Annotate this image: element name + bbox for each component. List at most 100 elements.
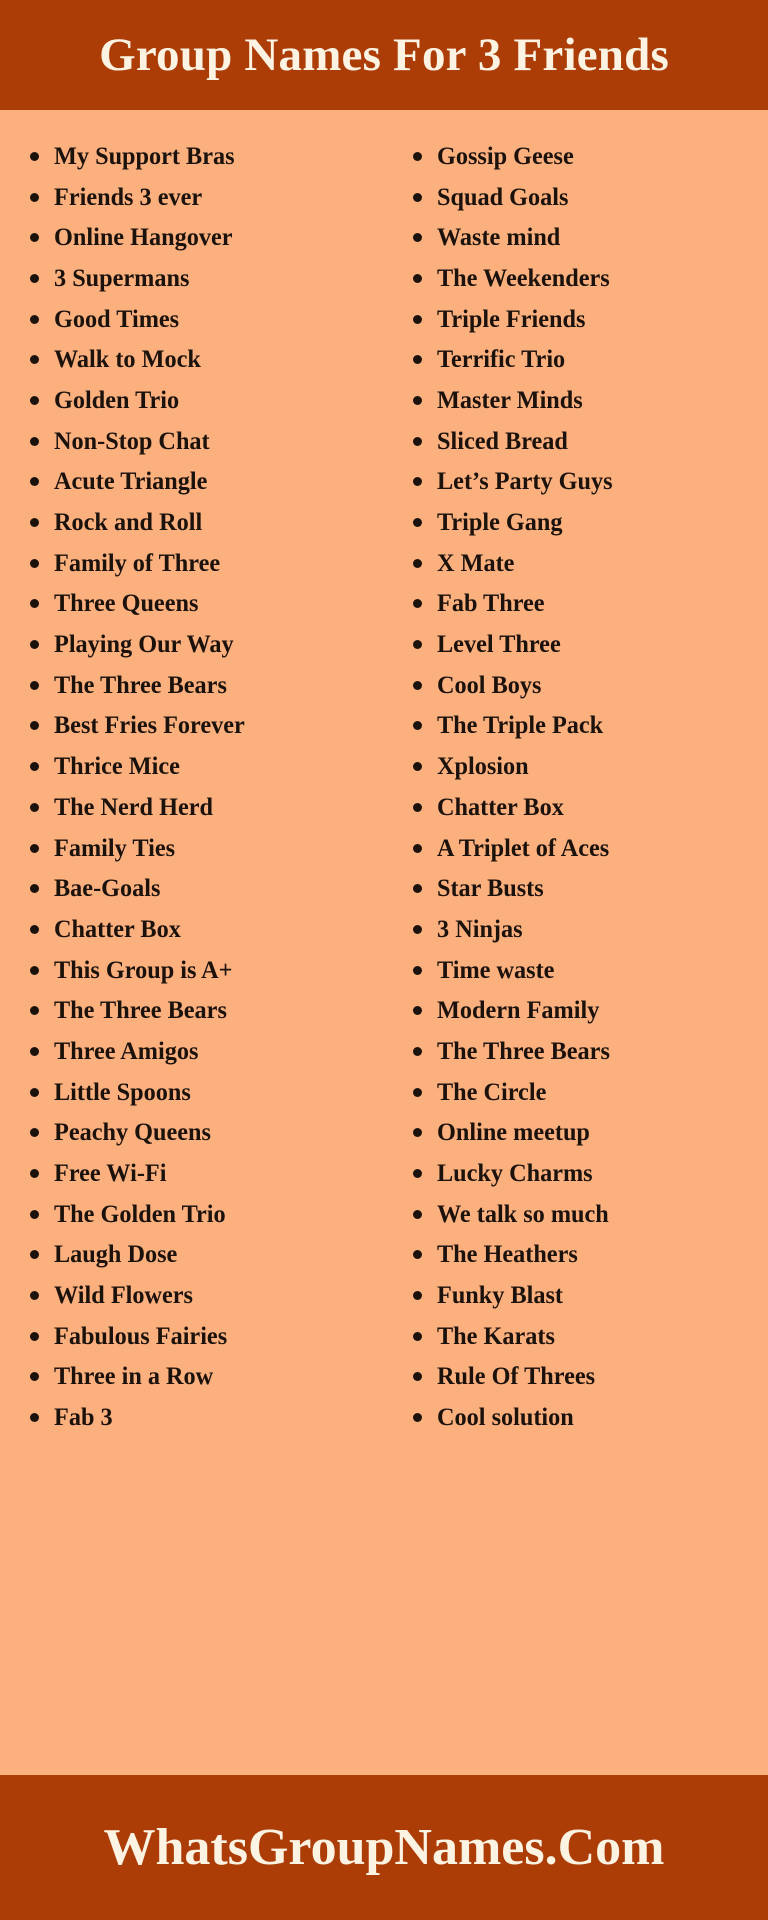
group-name-label: 3 Ninjas [437,915,523,943]
list-item: The Three Bears [30,990,384,1031]
bullet-icon [30,436,39,446]
group-name-label: Rule Of Threes [437,1363,596,1391]
list-item: X Mate [413,543,768,584]
list-item: Best Fries Forever [30,706,384,747]
group-name-label: Time waste [437,956,555,984]
list-item: Master Minds [413,380,768,421]
group-name-label: Fab 3 [54,1404,113,1432]
site-name: WhatsGroupNames.Com [103,1818,665,1876]
bullet-icon [30,1291,39,1301]
left-name-list: My Support Bras Friends 3 ever Online Hang… [30,136,384,1438]
group-name-label: Gossip Geese [437,142,574,170]
bullet-icon [413,762,422,772]
bullet-icon [30,802,39,812]
list-item: The Karats [413,1316,768,1357]
list-item: Let’s Party Guys [413,462,768,503]
list-item: Good Times [30,299,384,340]
bullet-icon [30,599,39,609]
bullet-icon [413,680,422,690]
list-item: Rock and Roll [30,502,384,543]
list-item: Family Ties [30,828,384,869]
list-item: Thrice Mice [30,746,384,787]
list-item: Laugh Dose [30,1235,384,1276]
list-item: Three Amigos [30,1031,384,1072]
infographic-poster: Group Names For 3 Friends My Support Bra… [0,0,768,1920]
list-item: Little Spoons [30,1072,384,1113]
list-item: Chatter Box [413,787,768,828]
bullet-icon [30,680,39,690]
bullet-icon [413,1087,422,1097]
header-banner: Group Names For 3 Friends [0,0,768,110]
footer-banner: WhatsGroupNames.Com [0,1775,768,1920]
group-name-label: The Three Bears [54,997,227,1025]
bullet-icon [30,924,39,934]
bullet-icon [30,884,39,894]
group-name-label: The Golden Trio [54,1200,226,1228]
list-item: Gossip Geese [413,136,768,177]
group-name-label: This Group is A+ [54,956,233,984]
group-name-label: Squad Goals [437,183,569,211]
list-item: Fabulous Fairies [30,1316,384,1357]
list-item: Funky Blast [413,1275,768,1316]
bullet-icon [413,924,422,934]
group-name-label: Three Amigos [54,1037,199,1065]
list-item: The Weekenders [413,258,768,299]
bullet-icon [30,1006,39,1016]
bullet-icon [413,518,422,528]
list-item: Fab Three [413,584,768,625]
list-item: Xplosion [413,746,768,787]
group-name-label: The Three Bears [437,1037,610,1065]
group-name-label: Non-Stop Chat [54,427,210,455]
bullet-icon [30,640,39,650]
group-name-label: Bae-Goals [54,875,161,903]
group-name-label: Walk to Mock [54,346,201,374]
bullet-icon [413,1169,422,1179]
group-name-label: The Triple Pack [437,712,604,740]
bullet-icon [30,314,39,324]
group-name-label: The Three Bears [54,671,227,699]
group-name-label: We talk so much [437,1200,609,1228]
list-item: The Circle [413,1072,768,1113]
group-name-label: Three in a Row [54,1363,214,1391]
list-item: Cool solution [413,1397,768,1438]
bullet-icon [30,233,39,243]
list-item: Playing Our Way [30,624,384,665]
group-name-label: My Support Bras [54,142,235,170]
bullet-icon [30,1046,39,1056]
group-name-label: Rock and Roll [54,509,203,537]
bullet-icon [413,558,422,568]
group-name-label: Modern Family [437,997,600,1025]
bullet-icon [413,355,422,365]
group-name-label: Xplosion [437,753,529,781]
bullet-icon [30,965,39,975]
group-name-label: Fabulous Fairies [54,1322,228,1350]
left-column: My Support Bras Friends 3 ever Online Hang… [0,136,384,1775]
bullet-icon [413,192,422,202]
group-name-label: Let’s Party Guys [437,468,613,496]
bullet-icon [413,1372,422,1382]
list-item: The Three Bears [30,665,384,706]
bullet-icon [30,1331,39,1341]
list-item: Three Queens [30,584,384,625]
list-item: Squad Goals [413,177,768,218]
list-item: Golden Trio [30,380,384,421]
bullet-icon [30,192,39,202]
list-item: This Group is A+ [30,950,384,991]
list-item: Non-Stop Chat [30,421,384,462]
name-lists-container: My Support Bras Friends 3 ever Online Hang… [0,110,768,1775]
bullet-icon [30,721,39,731]
list-item: The Heathers [413,1235,768,1276]
bullet-icon [30,1209,39,1219]
bullet-icon [413,843,422,853]
bullet-icon [413,721,422,731]
group-name-label: Peachy Queens [54,1119,211,1147]
bullet-icon [30,355,39,365]
group-name-label: Best Fries Forever [54,712,245,740]
group-name-label: Chatter Box [54,915,181,943]
list-item: The Three Bears [413,1031,768,1072]
list-item: Time waste [413,950,768,991]
bullet-icon [30,477,39,487]
group-name-label: Master Minds [437,386,583,414]
group-name-label: X Mate [437,549,515,577]
list-item: Modern Family [413,990,768,1031]
